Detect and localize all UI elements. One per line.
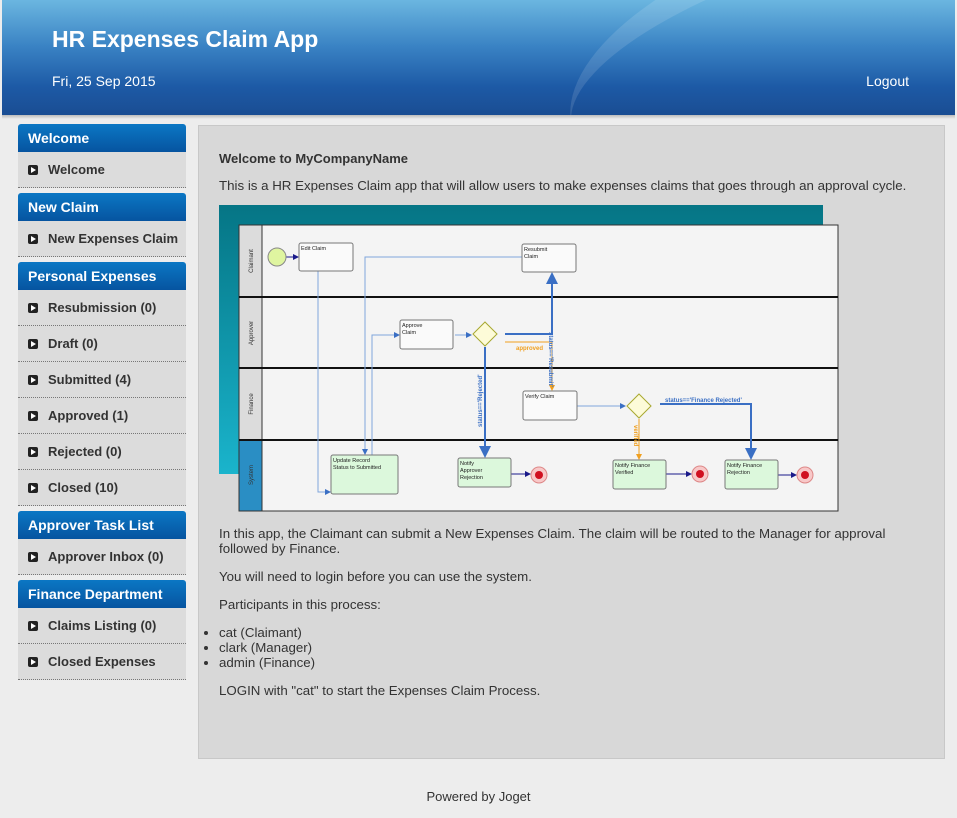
arrow-bullet-icon — [28, 374, 38, 385]
sidebar: Welcome Welcome New Claim New Expenses Clai… — [18, 124, 186, 680]
node-label: Claim — [402, 330, 416, 336]
lane-label: System — [249, 465, 255, 485]
end-event — [696, 470, 704, 478]
arrow-bullet-icon — [28, 446, 38, 457]
logout-link[interactable]: Logout — [866, 73, 909, 89]
arrow-bullet-icon — [28, 164, 38, 175]
sidebar-section-header: New Claim — [18, 193, 186, 221]
login-note: You will need to login before you can us… — [219, 569, 532, 584]
sidebar-item-label: Closed (10) — [48, 480, 119, 495]
sidebar-item[interactable]: New Expenses Claim — [18, 221, 186, 257]
sidebar-item[interactable]: Draft (0) — [18, 326, 186, 362]
header-shadow — [2, 115, 955, 119]
node-label: Notify — [460, 461, 474, 467]
node-label: Edit Claim — [301, 246, 326, 252]
participants-list: cat (Claimant) clark (Manager) admin (Fi… — [204, 625, 315, 670]
sidebar-item[interactable]: Claims Listing (0) — [18, 608, 186, 644]
sidebar-item[interactable]: Closed Expenses — [18, 644, 186, 680]
sidebar-section-header: Personal Expenses — [18, 262, 186, 290]
login-instruction: LOGIN with "cat" to start the Expenses C… — [219, 683, 541, 698]
node-label: Notify Finance — [727, 463, 762, 469]
start-event — [267, 247, 287, 267]
main-content: Welcome to MyCompanyName This is a HR Ex… — [198, 125, 945, 759]
lane-label: Approver — [249, 321, 255, 345]
current-date: Fri, 25 Sep 2015 — [52, 73, 156, 89]
header-decoration — [538, 0, 955, 115]
node-label: Resubmit — [524, 247, 548, 253]
arrow-bullet-icon — [28, 551, 38, 562]
sidebar-item-label: Closed Expenses — [48, 654, 156, 669]
edge-label: status=='Rejected' — [478, 374, 484, 427]
lane-label: Finance — [249, 393, 255, 415]
participant-item: cat (Claimant) — [219, 625, 315, 640]
sidebar-item-label: Welcome — [48, 162, 105, 177]
sidebar-section-header: Approver Task List — [18, 511, 186, 539]
process-diagram: Claimant Approver Finance System status=… — [219, 205, 839, 512]
node-label: Approver — [460, 468, 482, 474]
sidebar-item-label: Draft (0) — [48, 336, 98, 351]
sidebar-item[interactable]: Approver Inbox (0) — [18, 539, 186, 575]
description-text: In this app, the Claimant can submit a N… — [219, 526, 886, 556]
footer: Powered by Joget — [426, 789, 531, 804]
sidebar-item-label: Approved (1) — [48, 408, 129, 423]
participant-item: admin (Finance) — [219, 655, 315, 670]
sidebar-item[interactable]: Approved (1) — [18, 398, 186, 434]
sidebar-item-label: Submitted (4) — [48, 372, 132, 387]
end-event — [535, 471, 543, 479]
sidebar-item-label: Approver Inbox (0) — [48, 549, 164, 564]
sidebar-section-header: Welcome — [18, 124, 186, 152]
sidebar-item[interactable]: Closed (10) — [18, 470, 186, 506]
welcome-heading: Welcome to MyCompanyName — [219, 151, 409, 166]
sidebar-item-label: Rejected (0) — [48, 444, 122, 459]
node-label: Rejection — [460, 475, 483, 481]
sidebar-item[interactable]: Resubmission (0) — [18, 290, 186, 326]
node-label: Update Record — [333, 458, 370, 464]
arrow-bullet-icon — [28, 482, 38, 493]
node-label: Verify Claim — [525, 394, 555, 400]
app-title: HR Expenses Claim App — [52, 26, 319, 52]
sidebar-item-label: Claims Listing (0) — [48, 618, 157, 633]
sidebar-section-header: Finance Department — [18, 580, 186, 608]
node-label: Rejection — [727, 470, 750, 476]
edge-label: status=='Finance Rejected' — [665, 398, 742, 404]
intro-text: This is a HR Expenses Claim app that wil… — [219, 178, 907, 193]
participants-heading: Participants in this process: — [219, 597, 381, 612]
participant-item: clark (Manager) — [219, 640, 315, 655]
sidebar-item[interactable]: Rejected (0) — [18, 434, 186, 470]
node-label: Approve — [402, 323, 423, 329]
arrow-bullet-icon — [28, 302, 38, 313]
arrow-bullet-icon — [28, 656, 38, 667]
sidebar-item-label: New Expenses Claim — [48, 231, 179, 246]
sidebar-item[interactable]: Submitted (4) — [18, 362, 186, 398]
sidebar-item-label: Resubmission (0) — [48, 300, 157, 315]
node-label: Notify Finance — [615, 463, 650, 469]
lane-label: Claimant — [249, 249, 255, 273]
sidebar-item[interactable]: Welcome — [18, 152, 186, 188]
edge-label: status=='Resubmit' — [547, 332, 553, 387]
node-label: Claim — [524, 254, 538, 260]
arrow-bullet-icon — [28, 338, 38, 349]
arrow-bullet-icon — [28, 233, 38, 244]
edge-label: approved — [516, 346, 543, 352]
arrow-bullet-icon — [28, 410, 38, 421]
node-label: Verified — [615, 470, 633, 476]
app-header: HR Expenses Claim App Fri, 25 Sep 2015 L… — [2, 0, 955, 115]
edge-label: verified — [632, 425, 638, 447]
node-label: Status to Submitted — [333, 465, 381, 471]
arrow-bullet-icon — [28, 620, 38, 631]
end-event — [801, 471, 809, 479]
